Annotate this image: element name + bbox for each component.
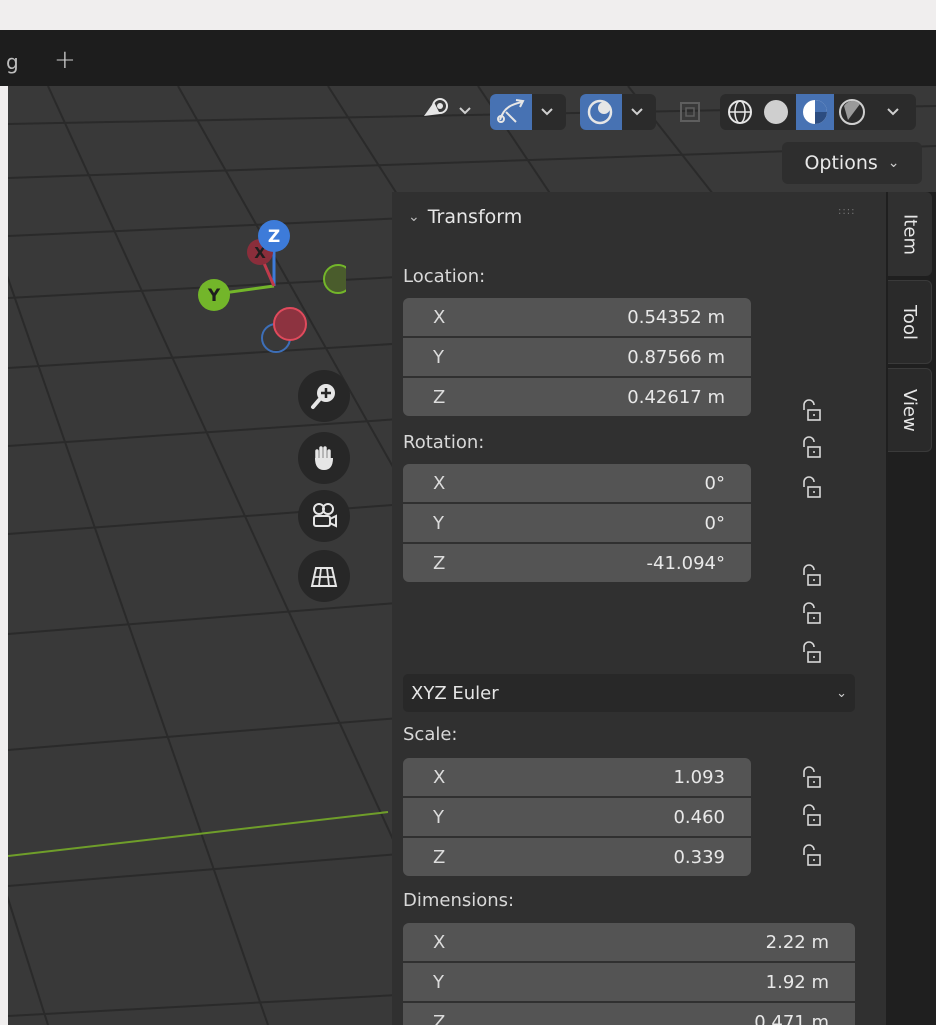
lock-icon[interactable] <box>800 766 824 790</box>
scale-label: Scale: <box>403 724 458 745</box>
scale-x-field[interactable]: X 1.093 <box>403 758 751 796</box>
gizmo-toggle-icon <box>497 99 553 123</box>
overlays-toggle[interactable] <box>580 94 656 130</box>
options-dropdown[interactable]: Options ⌄ <box>782 142 922 184</box>
dimensions-label: Dimensions: <box>403 890 515 911</box>
wireframe-shading-icon[interactable] <box>728 100 752 124</box>
negative-y-axis-handle[interactable] <box>323 264 346 294</box>
camera-view-button[interactable] <box>298 490 350 542</box>
visibility-selector[interactable] <box>418 94 480 130</box>
viewport-header <box>418 90 924 134</box>
hand-icon <box>315 446 333 470</box>
chevron-down-icon: ⌄ <box>887 155 900 171</box>
dimensions-z-field[interactable]: Z 0.471 m <box>403 1003 855 1025</box>
sidebar-tabs: Item Tool View <box>886 192 936 1025</box>
location-label: Location: <box>403 266 486 287</box>
add-workspace-button[interactable]: + <box>54 45 76 75</box>
rotation-mode-dropdown[interactable]: XYZ Euler ⌄ <box>403 674 855 712</box>
tab-view[interactable]: View <box>888 368 932 452</box>
location-z-field[interactable]: Z 0.42617 m <box>403 378 751 416</box>
shading-mode-group <box>720 94 916 130</box>
zoom-icon <box>311 384 335 409</box>
chevron-down-icon: ⌄ <box>836 685 847 701</box>
transform-panel-header[interactable]: ⌄ Transform <box>408 206 522 228</box>
material-preview-shading-icon[interactable] <box>803 100 827 124</box>
workspace-tab-partial[interactable]: g <box>6 50 19 74</box>
options-label: Options <box>804 152 878 174</box>
tab-item[interactable]: Item <box>888 192 932 276</box>
sidebar-panel: ⌄ Transform :::: Location: X 0.54352 m Y… <box>392 192 886 1025</box>
negative-x-axis-handle[interactable] <box>273 307 307 341</box>
svg-text:Z: Z <box>268 227 280 247</box>
lock-icon[interactable] <box>800 476 824 500</box>
rendered-shading-icon[interactable] <box>839 99 865 125</box>
dimensions-x-field[interactable]: X 2.22 m <box>403 923 855 961</box>
rotation-mode-value: XYZ Euler <box>411 682 499 704</box>
ortho-toggle-button[interactable] <box>298 550 350 602</box>
xray-toggle-icon <box>680 102 700 122</box>
solid-shading-icon[interactable] <box>764 100 788 124</box>
lock-icon[interactable] <box>800 399 824 423</box>
lock-icon[interactable] <box>800 602 824 626</box>
y-axis-handle[interactable]: Y <box>198 279 230 311</box>
window-top-strip <box>0 0 936 30</box>
camera-icon <box>313 503 337 528</box>
xray-toggle[interactable] <box>674 94 706 130</box>
navigation-gizmo[interactable]: X Z Y <box>186 214 346 354</box>
workspace-tab-bar: g + <box>0 30 936 86</box>
location-y-field[interactable]: Y 0.87566 m <box>403 338 751 376</box>
lock-icon[interactable] <box>800 436 824 460</box>
rotation-label: Rotation: <box>403 432 485 453</box>
scale-z-field[interactable]: Z 0.339 <box>403 838 751 876</box>
grid-icon <box>310 567 338 587</box>
tab-tool[interactable]: Tool <box>888 280 932 364</box>
lock-icon[interactable] <box>800 804 824 828</box>
dimensions-y-field[interactable]: Y 1.92 m <box>403 963 855 1001</box>
lock-icon[interactable] <box>800 564 824 588</box>
lock-icon[interactable] <box>800 844 824 868</box>
zoom-button[interactable] <box>298 370 350 422</box>
scale-y-field[interactable]: Y 0.460 <box>403 798 751 836</box>
shading-icons <box>728 94 899 130</box>
rotation-z-field[interactable]: Z -41.094° <box>403 544 751 582</box>
rotation-x-field[interactable]: X 0° <box>403 464 751 502</box>
rotation-y-field[interactable]: Y 0° <box>403 504 751 542</box>
z-axis-handle[interactable]: Z <box>258 220 290 252</box>
lock-icon[interactable] <box>800 641 824 665</box>
gizmo-toggle[interactable] <box>490 94 566 130</box>
panel-title: Transform <box>427 206 523 228</box>
visibility-selector-icon <box>424 98 471 116</box>
chevron-down-icon: ⌄ <box>408 209 420 225</box>
3d-viewport[interactable]: Options ⌄ X Z Y ⌄ Transform:::: Locatio… <box>8 86 936 1025</box>
svg-text:Y: Y <box>207 286 221 306</box>
pan-button[interactable] <box>298 432 350 484</box>
drag-handle-icon[interactable]: :::: <box>838 206 855 217</box>
location-x-field[interactable]: X 0.54352 m <box>403 298 751 336</box>
overlays-toggle-icon <box>587 99 643 125</box>
